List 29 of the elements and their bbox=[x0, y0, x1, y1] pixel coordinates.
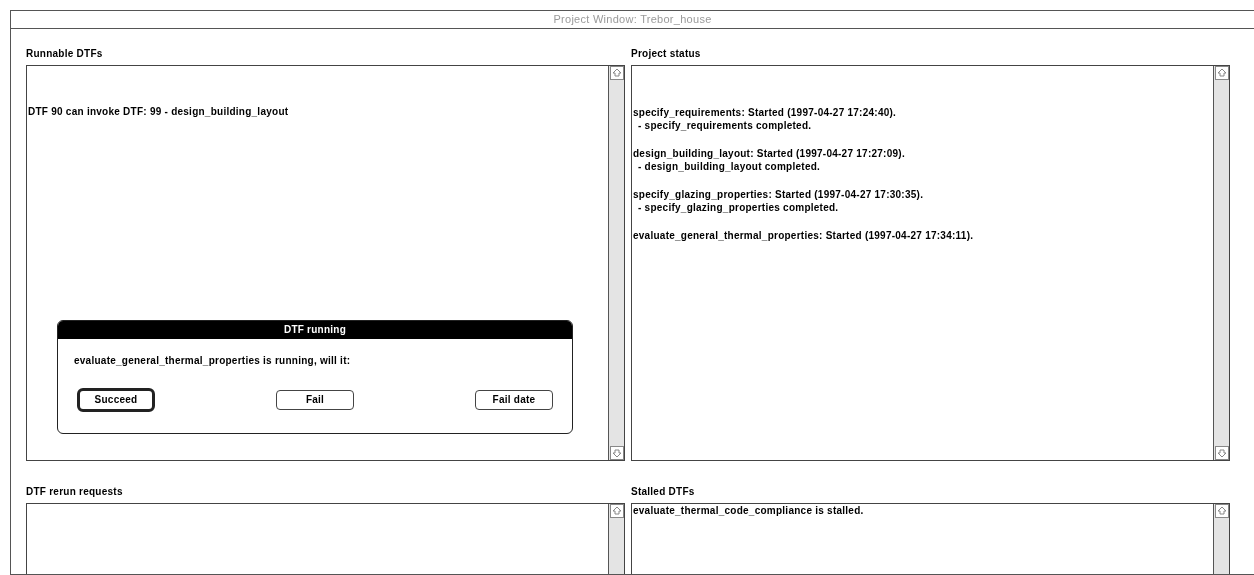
dialog-button[interactable]: Succeed bbox=[77, 387, 155, 412]
panel-label: Runnable DTFs bbox=[26, 47, 104, 61]
panel-label: Stalled DTFs bbox=[631, 485, 696, 499]
scroll-up-icon[interactable] bbox=[1214, 65, 1229, 80]
scrollbar[interactable] bbox=[608, 65, 624, 460]
dialog-button[interactable]: Fail date bbox=[475, 389, 553, 410]
scroll-down-icon[interactable] bbox=[1214, 445, 1229, 460]
text-line: design_building_layout: Started (1997-04-27 17:27:09). bbox=[633, 146, 906, 160]
dialog-title: DTF running bbox=[58, 320, 572, 339]
scroll-up-icon[interactable] bbox=[609, 503, 624, 518]
text-line: evaluate_general_thermal_properties: Started (1997-04-27 17:34:11). bbox=[633, 228, 975, 242]
panel-label: Project status bbox=[631, 47, 702, 61]
text-line: specify_requirements: Started (1997-04-27 17:24:40). bbox=[633, 105, 898, 119]
scrollbar[interactable] bbox=[608, 503, 624, 574]
text-line: evaluate_thermal_code_compliance is stalled. bbox=[633, 503, 865, 517]
scroll-up-icon[interactable] bbox=[609, 65, 624, 80]
dialog-button[interactable]: Fail bbox=[276, 389, 354, 410]
scroll-up-icon[interactable] bbox=[1214, 503, 1229, 518]
text-line: DTF 90 can invoke DTF: 99 - design_building_layout bbox=[28, 104, 290, 118]
dialog-message: evaluate_general_thermal_properties is running, will it: bbox=[73, 353, 352, 368]
panel-label: DTF rerun requests bbox=[26, 485, 124, 499]
text-line: specify_glazing_properties: Started (1997-04-27 17:30:35). bbox=[633, 187, 925, 201]
scrollbar[interactable] bbox=[1213, 503, 1229, 574]
window-title: Project Window: Trebor_house bbox=[553, 12, 712, 27]
scrollbar[interactable] bbox=[1213, 65, 1229, 460]
text-line: - specify_requirements completed. bbox=[637, 118, 813, 132]
scroll-down-icon[interactable] bbox=[609, 445, 624, 460]
text-line: - specify_glazing_properties completed. bbox=[637, 200, 840, 214]
text-line: - design_building_layout completed. bbox=[637, 159, 822, 173]
